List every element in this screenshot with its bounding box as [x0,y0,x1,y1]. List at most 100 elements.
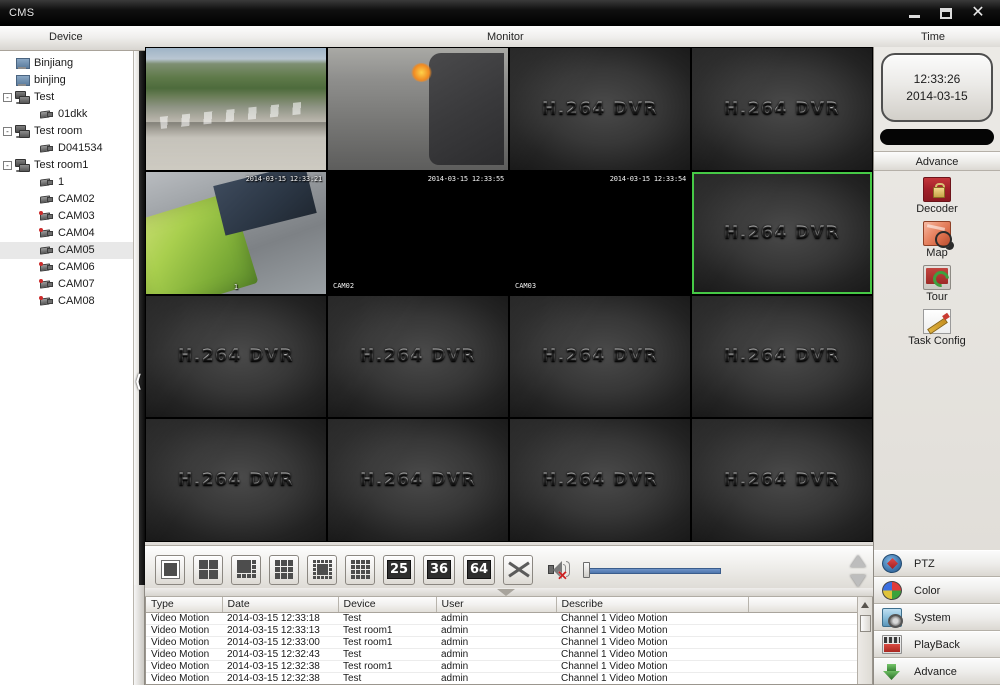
advance-item-map[interactable]: Map [874,221,1000,259]
layout-1-button[interactable] [155,554,185,585]
event-log-panel[interactable]: Type Date Device User Describe Video Motion 2… [145,597,873,685]
tree-item-d041534[interactable]: D041534 [0,140,133,157]
tree-item-test[interactable]: - Test [0,89,133,106]
event-log-scrollbar[interactable] [857,597,872,684]
log-column-header-date[interactable]: Date [222,597,339,613]
scrollbar-thumb[interactable] [860,615,871,632]
volume-slider[interactable] [583,561,723,579]
video-cell-16[interactable]: H.264 DVR [692,419,872,541]
spinner-down-icon[interactable] [850,575,866,587]
maximize-button[interactable] [938,5,954,21]
device-tree-panel[interactable]: Binjiang binjing - Test 01dkk - Test room D0415… [0,51,134,685]
tree-expander-icon[interactable]: - [3,93,12,102]
monitor-toolbar[interactable]: 25 36 64 ✕ [145,545,873,593]
camera-icon [39,295,54,308]
header-label-time: Time [921,31,946,43]
close-button[interactable]: ✕ [970,5,986,21]
right-menu-item-ptz[interactable]: PTZ [874,550,1000,577]
log-column-header-type[interactable]: Type [146,597,223,613]
layout-25-button[interactable]: 25 [383,554,415,585]
video-cell-15[interactable]: H.264 DVR [510,419,690,541]
layout-36-button[interactable]: 36 [423,554,455,585]
fullscreen-button[interactable] [503,554,533,585]
page-spinner[interactable] [848,555,868,587]
video-cell-12[interactable]: H.264 DVR [692,295,872,418]
tree-expander-icon[interactable]: - [3,161,12,170]
video-cell-7[interactable]: 2014-03-15 12:33:54 CAM03 [510,171,690,294]
video-cell-5[interactable]: 2014-03-15 12:33:21 1 [146,171,326,294]
tree-item-binjing[interactable]: binjing [0,72,133,89]
tree-item-cam08[interactable]: CAM08 [0,293,133,310]
video-cell-10[interactable]: H.264 DVR [328,295,508,418]
tree-item-cam06[interactable]: CAM06 [0,259,133,276]
log-cell-user: admin [436,612,556,625]
right-menu[interactable]: PTZ Color System PlayBack Advance [874,550,1000,685]
tree-item-cam07[interactable]: CAM07 [0,276,133,293]
tree-item-01dkk[interactable]: 01dkk [0,106,133,123]
log-row[interactable]: Video Motion 2014-03-15 12:33:18 Test admin… [146,612,858,625]
tree-expander-icon[interactable]: - [3,127,12,136]
scroll-up-icon[interactable] [861,602,869,608]
tree-item-test-room[interactable]: - Test room [0,123,133,140]
video-cell-1[interactable] [146,48,326,170]
right-menu-item-system[interactable]: System [874,604,1000,631]
layout-6-button[interactable] [231,554,261,585]
map-icon[interactable] [923,221,952,248]
video-stream-live [328,48,508,170]
advance-item-tour[interactable]: Tour [874,265,1000,303]
video-cell-2[interactable] [328,48,508,170]
task-config-icon[interactable] [923,309,951,334]
advance-item-decoder[interactable]: Decoder [874,177,1000,215]
tree-item-cam04[interactable]: CAM04 [0,225,133,242]
video-cell-6[interactable]: 2014-03-15 12:33:55 CAM02 [328,171,508,294]
log-row[interactable]: Video Motion 2014-03-15 12:32:38 Test room… [146,660,858,673]
log-cell-date: 2014-03-15 12:33:13 [222,624,338,637]
layout-16-button[interactable] [345,554,375,585]
layout-4-button[interactable] [193,554,223,585]
video-cell-8[interactable]: H.264 DVR [692,171,872,294]
tree-item-cam02[interactable]: CAM02 [0,191,133,208]
video-cell-11[interactable]: H.264 DVR [510,295,690,418]
layout-9-button[interactable] [269,554,299,585]
collapse-left-panel-icon[interactable]: ⟨ [135,373,142,390]
right-menu-item-playback[interactable]: PlayBack [874,631,1000,658]
right-menu-item-advance[interactable]: Advance [874,658,1000,685]
log-row[interactable]: Video Motion 2014-03-15 12:33:13 Test room… [146,624,858,637]
log-column-header-blank[interactable] [748,597,859,613]
log-column-header-device[interactable]: Device [338,597,437,613]
toolbar-collapse-handle[interactable] [145,588,873,597]
tree-scroll-strip[interactable] [134,585,145,685]
device-tree[interactable]: Binjiang binjing - Test 01dkk - Test room D0415… [0,51,133,310]
log-column-header-user[interactable]: User [436,597,557,613]
log-row[interactable]: Video Motion 2014-03-15 12:32:38 Test admin… [146,672,858,684]
decoder-icon[interactable] [923,177,951,202]
log-column-header-describe[interactable]: Describe [556,597,749,613]
log-cell-user: admin [436,624,556,637]
advance-panel-items[interactable]: Decoder Map Tour Task Config [874,171,1000,347]
panel-splitter[interactable]: ⟨ [134,51,145,585]
layout-13-button[interactable] [307,554,337,585]
tree-item-cam05[interactable]: CAM05 [0,242,133,259]
log-cell-type: Video Motion [146,612,222,625]
event-log-body[interactable]: Video Motion 2014-03-15 12:33:18 Test admin… [146,612,858,684]
log-row[interactable]: Video Motion 2014-03-15 12:32:43 Test admin… [146,648,858,661]
advance-item-task-config[interactable]: Task Config [874,309,1000,347]
video-cell-9[interactable]: H.264 DVR [146,295,326,418]
volume-slider-track [587,567,721,574]
log-row[interactable]: Video Motion 2014-03-15 12:33:00 Test room… [146,636,858,649]
minimize-button[interactable] [906,5,922,21]
tree-item-test-room1[interactable]: - Test room1 [0,157,133,174]
tree-item-binjiang[interactable]: Binjiang [0,55,133,72]
video-cell-13[interactable]: H.264 DVR [146,419,326,541]
right-menu-item-color[interactable]: Color [874,577,1000,604]
video-cell-14[interactable]: H.264 DVR [328,419,508,541]
video-cell-4[interactable]: H.264 DVR [692,48,872,170]
volume-slider-thumb[interactable] [583,561,590,578]
tour-icon[interactable] [923,265,951,290]
mute-speaker-icon[interactable]: ✕ [547,558,573,582]
tree-item-cam03[interactable]: CAM03 [0,208,133,225]
layout-64-button[interactable]: 64 [463,554,495,585]
tree-item-1[interactable]: 1 [0,174,133,191]
spinner-up-icon[interactable] [850,555,866,567]
video-cell-3[interactable]: H.264 DVR [510,48,690,170]
